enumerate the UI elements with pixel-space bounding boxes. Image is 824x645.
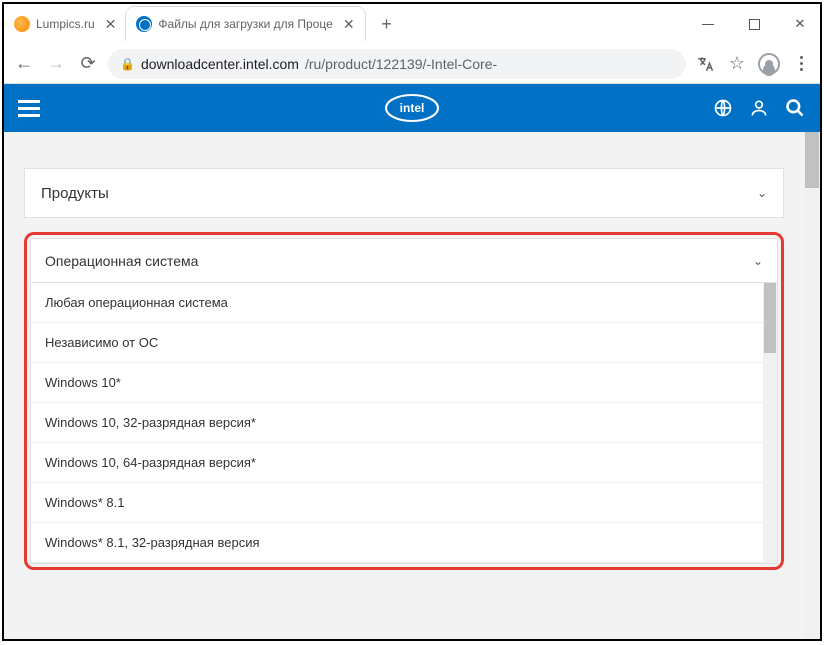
chevron-down-icon: ⌄: [757, 186, 767, 200]
reload-button[interactable]: ⟳: [76, 52, 100, 76]
back-button[interactable]: ←: [12, 52, 36, 76]
os-option[interactable]: Windows 10, 64-разрядная версия*: [31, 443, 777, 483]
os-filter-toggle[interactable]: Операционная система ⌄: [31, 239, 777, 283]
os-option[interactable]: Независимо от ОС: [31, 323, 777, 363]
os-option[interactable]: Windows 10, 32-разрядная версия*: [31, 403, 777, 443]
minimize-button[interactable]: [694, 10, 722, 38]
close-icon[interactable]: ✕: [343, 16, 355, 33]
url-host: downloadcenter.intel.com: [141, 56, 299, 72]
products-label: Продукты: [41, 185, 109, 202]
favicon-lumpics: [14, 16, 30, 32]
window-controls: [694, 4, 814, 44]
globe-icon[interactable]: [712, 97, 734, 119]
products-filter-panel: Продукты ⌄: [24, 168, 784, 218]
products-filter-toggle[interactable]: Продукты ⌄: [25, 169, 783, 217]
url-path: /ru/product/122139/-Intel-Core-: [305, 56, 497, 72]
os-option[interactable]: Windows* 8.1, 32-разрядная версия: [31, 523, 777, 563]
browser-titlebar: Lumpics.ru ✕ Файлы для загрузки для Проц…: [4, 4, 820, 44]
close-icon[interactable]: ✕: [105, 16, 117, 33]
favicon-intel: [136, 16, 152, 32]
os-option[interactable]: Любая операционная система: [31, 283, 777, 323]
address-bar: ← → ⟳ 🔒 downloadcenter.intel.com/ru/prod…: [4, 44, 820, 84]
tab-intel-download[interactable]: Файлы для загрузки для Проце ✕: [126, 7, 364, 41]
new-tab-button[interactable]: +: [373, 10, 401, 38]
list-scrollbar[interactable]: [763, 283, 777, 563]
tab-title: Lumpics.ru: [36, 17, 95, 31]
os-options-list: Любая операционная система Независимо от…: [31, 283, 777, 563]
bookmark-icon[interactable]: ☆: [726, 53, 748, 75]
os-filter-panel: Операционная система ⌄ Любая операционна…: [30, 238, 778, 564]
page-scrollbar[interactable]: [804, 132, 820, 639]
profile-button[interactable]: [758, 53, 780, 75]
chevron-down-icon: ⌄: [753, 254, 763, 268]
tab-lumpics[interactable]: Lumpics.ru ✕: [4, 7, 126, 41]
maximize-button[interactable]: [740, 10, 768, 38]
avatar-icon: [758, 53, 780, 75]
translate-icon[interactable]: [694, 53, 716, 75]
tab-title: Файлы для загрузки для Проце: [158, 17, 332, 31]
menu-icon[interactable]: [18, 100, 40, 117]
os-label: Операционная система: [45, 253, 198, 269]
forward-button[interactable]: →: [44, 52, 68, 76]
page-content: Продукты ⌄ Операционная система ⌄ Любая …: [4, 132, 820, 639]
os-option[interactable]: Windows* 8.1: [31, 483, 777, 523]
menu-button[interactable]: [790, 53, 812, 75]
search-icon[interactable]: [784, 97, 806, 119]
intel-logo[interactable]: intel: [384, 93, 440, 123]
url-input[interactable]: 🔒 downloadcenter.intel.com/ru/product/12…: [108, 49, 686, 79]
close-window-button[interactable]: [786, 10, 814, 38]
user-icon[interactable]: [748, 97, 770, 119]
site-header: intel: [4, 84, 820, 132]
os-filter-highlight: Операционная система ⌄ Любая операционна…: [24, 232, 784, 570]
os-option[interactable]: Windows 10*: [31, 363, 777, 403]
svg-text:intel: intel: [400, 101, 425, 115]
lock-icon: 🔒: [120, 57, 135, 71]
